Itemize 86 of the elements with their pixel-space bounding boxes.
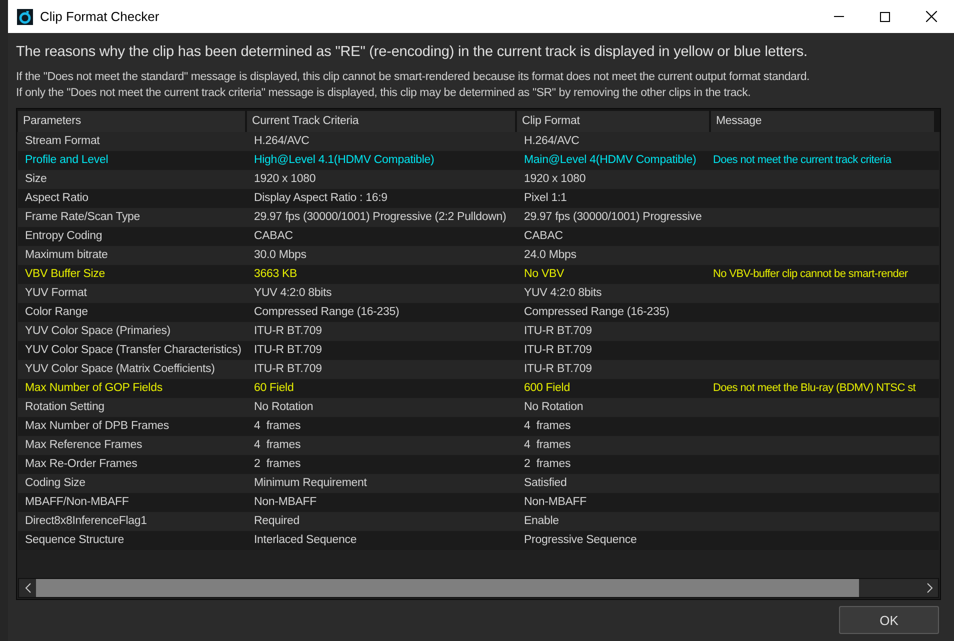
table-cell-text: 24.0 Mbps (523, 248, 578, 263)
table-cell-text: Compressed Range (16-235) (523, 305, 670, 320)
table-cell-text: YUV 4:2:0 8bits (253, 286, 333, 301)
table-cell-text: YUV 4:2:0 8bits (523, 286, 603, 301)
table-cell-text: Does not meet the current track criteria (712, 153, 892, 168)
table-cell-text: Enable (523, 514, 560, 529)
table-cell-text: Compressed Range (16-235) (253, 305, 400, 320)
table-cell-text: YUV Format (24, 286, 88, 301)
table-cell-text: VBV Buffer Size (24, 267, 106, 282)
table-cell-text: ITU-R BT.709 (253, 343, 323, 358)
table-cell-text: Profile and Level (24, 153, 110, 168)
window-title: Clip Format Checker (40, 9, 160, 24)
table-cell-text: 4 frames (523, 438, 572, 453)
close-icon (926, 11, 936, 22)
table-cell-text: Interlaced Sequence (253, 533, 358, 548)
column-header[interactable]: Message (711, 111, 936, 132)
ok-button[interactable]: OK (839, 606, 939, 634)
table-cell-text: Direct8x8InferenceFlag1 (24, 514, 148, 529)
table-cell-text: ITU-R BT.709 (523, 362, 593, 377)
table-cell-text: Pixel 1:1 (523, 191, 568, 206)
table-cell-text: CABAC (523, 229, 564, 244)
table-cell-text: No Rotation (523, 400, 584, 415)
table-cell-text: YUV Color Space (Matrix Coefficients) (24, 362, 216, 377)
table-cell-text: High@Level 4.1(HDMV Compatible) (253, 153, 436, 168)
table-cell-text: Coding Size (24, 476, 86, 491)
table-cell-text: No VBV-buffer clip cannot be smart-render (712, 267, 909, 282)
table-cell-text: 2 frames (523, 457, 572, 472)
app-logo-icon (17, 8, 33, 24)
table-cell-text: CABAC (253, 229, 294, 244)
table-cell-text: Max Re-Order Frames (24, 457, 138, 472)
scrollbar-thumb[interactable] (36, 579, 860, 597)
table-cell-text: Minimum Requirement (253, 476, 368, 491)
maximize-icon (880, 12, 890, 22)
table-cell-text: 29.97 fps (30000/1001) Progressive (523, 210, 703, 225)
table-cell-text: Progressive Sequence (523, 533, 638, 548)
note-text: If only the "Does not meet the current track criteria" message is displayed, this clip may be determined as "SR" by removing the other clips in the track. (16, 86, 752, 101)
table-cell-text: ITU-R BT.709 (253, 362, 323, 377)
table-cell-text: 4 frames (253, 419, 302, 434)
table-cell-text: No Rotation (253, 400, 314, 415)
instruction-text: The reasons why the clip has been determined as "RE" (re-encoding) in the current track is displayed in yellow or blue letters. (16, 44, 808, 60)
table-cell-text: 1920 x 1080 (523, 172, 587, 187)
table-cell-text: 2 frames (253, 457, 302, 472)
table-cell-text: Does not meet the Blu-ray (BDMV) NTSC st (712, 381, 917, 396)
table-cell-text: No VBV (523, 267, 566, 282)
column-header[interactable]: Clip Format (517, 111, 711, 132)
table-cell-text: ITU-R BT.709 (253, 324, 323, 339)
table-cell-text: 60 Field (253, 381, 295, 396)
table-cell-text: ITU-R BT.709 (523, 324, 593, 339)
chevron-right-icon (926, 583, 932, 593)
column-header[interactable]: Parameters (18, 111, 247, 132)
note-text: If the "Does not meet the standard" message is displayed, this clip cannot be smart-rendered because its format does not meet the current output format standard. (16, 70, 811, 85)
table-cell-text: Maximum bitrate (24, 248, 109, 263)
table-cell-text: 29.97 fps (30000/1001) Progressive (2:2 Pulldown) (253, 210, 508, 225)
table-cell-text: Main@Level 4(HDMV Compatible) (523, 153, 698, 168)
table-cell-text: Aspect Ratio (24, 191, 90, 206)
table-cell-text: 4 frames (523, 419, 572, 434)
table-cell-text: Non-MBAFF (253, 495, 318, 510)
column-header[interactable]: Current Track Criteria (247, 111, 517, 132)
table-cell-text: Size (24, 172, 48, 187)
table-cell-text: Max Reference Frames (24, 438, 144, 453)
table-cell-text: Entropy Coding (24, 229, 104, 244)
table-cell-text: YUV Color Space (Primaries) (24, 324, 172, 339)
table-cell-text: Sequence Structure (24, 533, 125, 548)
minimize-icon (834, 16, 844, 17)
table-cell-text: 30.0 Mbps (253, 248, 308, 263)
table-cell-text: H.264/AVC (523, 134, 580, 149)
table-cell-text: Color Range (24, 305, 89, 320)
horizontal-scrollbar[interactable] (18, 578, 939, 598)
table-cell-text: H.264/AVC (253, 134, 310, 149)
table-cell-text: 600 Field (523, 381, 571, 396)
table-cell-text: MBAFF/Non-MBAFF (24, 495, 130, 510)
table-cell-text: Required (253, 514, 300, 529)
table-cell-text: Max Number of GOP Fields (24, 381, 164, 396)
table-cell-text: Satisfied (523, 476, 568, 491)
table-cell-text: Stream Format (24, 134, 101, 149)
table-cell-text: Non-MBAFF (523, 495, 588, 510)
table-cell-text: Display Aspect Ratio : 16:9 (253, 191, 388, 206)
table-cell-text: Frame Rate/Scan Type (24, 210, 142, 225)
table-cell-text: YUV Color Space (Transfer Characteristics) (24, 343, 242, 358)
table-cell-text: 3663 KB (253, 267, 298, 282)
table-cell-text: 1920 x 1080 (253, 172, 317, 187)
table-cell-text: Max Number of DPB Frames (24, 419, 170, 434)
table-cell-text: 4 frames (253, 438, 302, 453)
table-cell-text: Rotation Setting (24, 400, 106, 415)
table-cell-text: ITU-R BT.709 (523, 343, 593, 358)
chevron-left-icon (24, 583, 30, 593)
